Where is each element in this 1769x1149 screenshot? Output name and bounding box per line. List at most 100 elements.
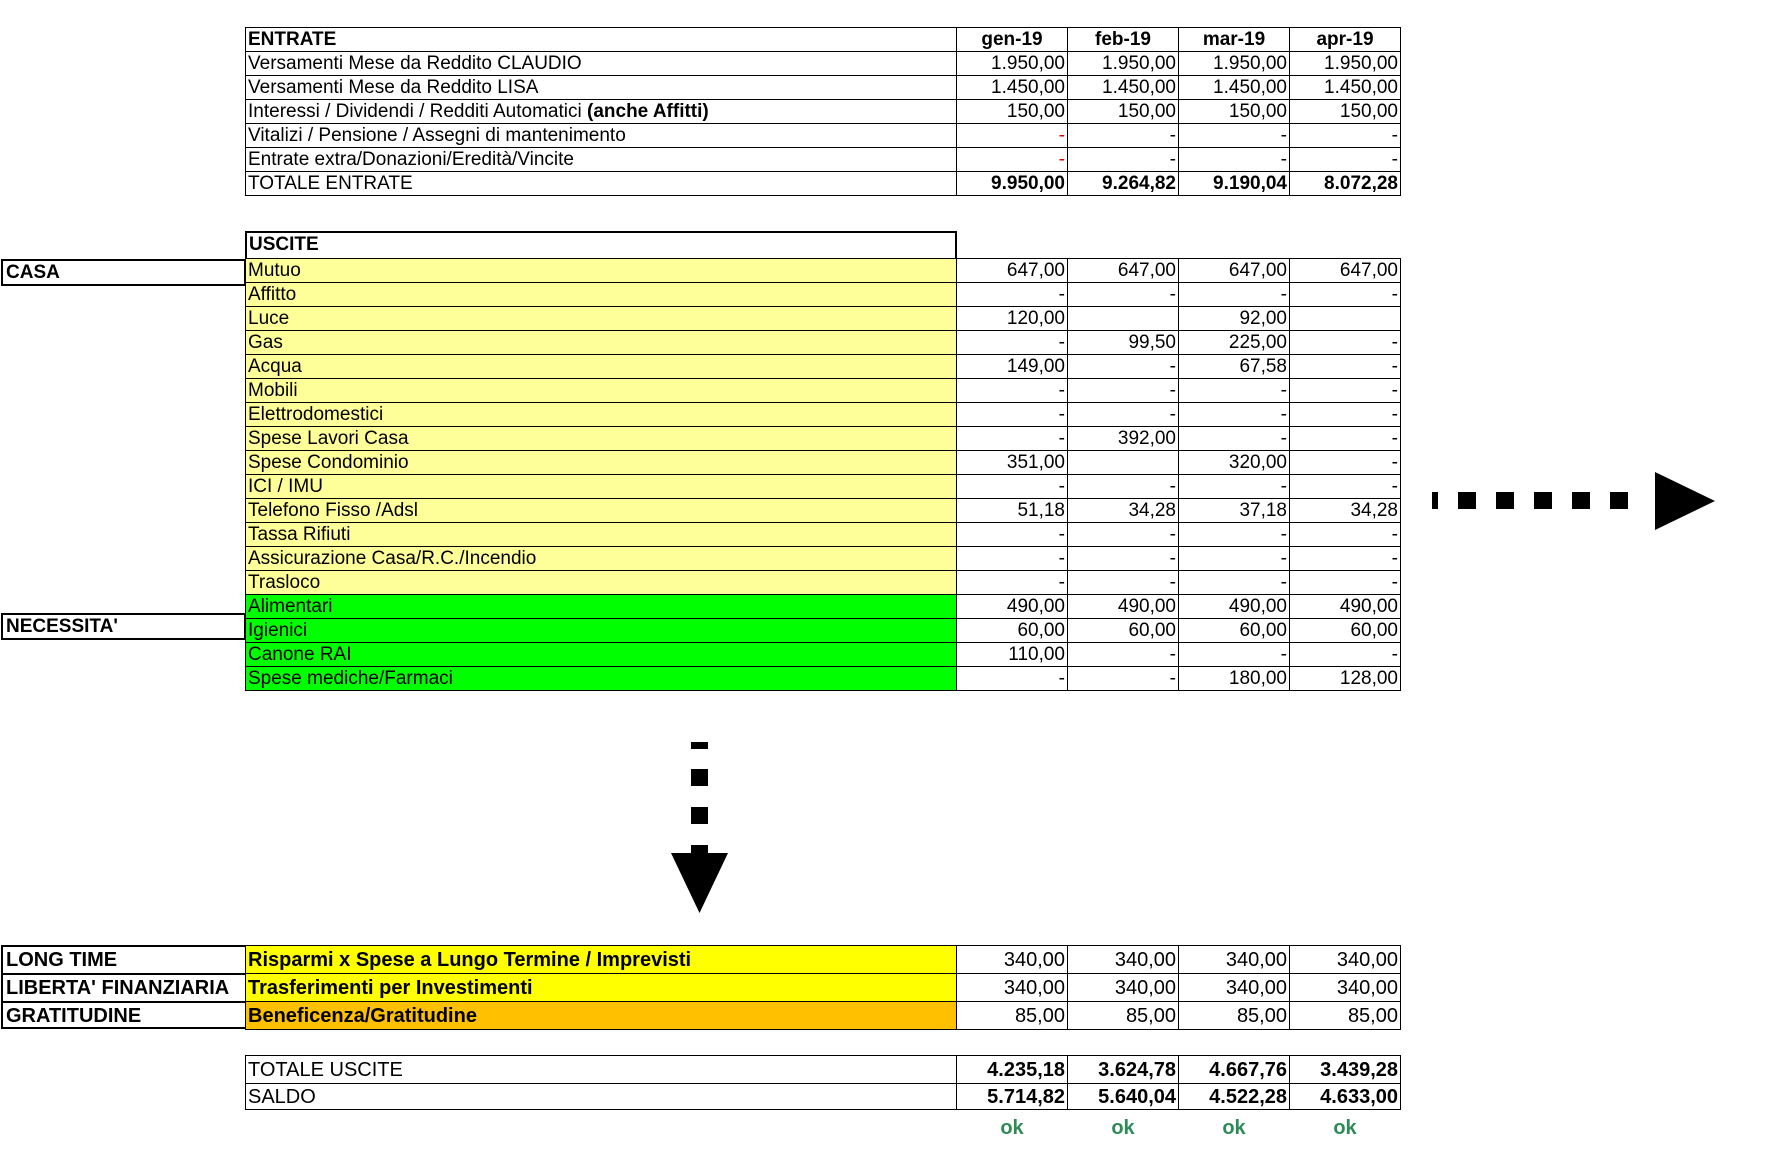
category-necessita[interactable]: NECESSITA' [1,613,246,640]
saldo-value[interactable]: 4.633,00 [1289,1083,1401,1110]
cell-value[interactable]: 34,28 [1067,498,1179,523]
cell-value[interactable]: - [1289,642,1401,667]
cell-value[interactable]: 340,00 [1067,945,1179,974]
saldo-value[interactable]: 5.640,04 [1067,1083,1179,1110]
cell-value[interactable]: 340,00 [1289,973,1401,1002]
cell-value[interactable]: 490,00 [956,594,1068,619]
cell-value[interactable]: 60,00 [1067,618,1179,643]
entrate-title[interactable]: ENTRATE [245,27,957,52]
row-label[interactable]: Luce [245,306,957,331]
cell-value[interactable]: 110,00 [956,642,1068,667]
category-gratitudine[interactable]: GRATITUDINE [1,1001,246,1029]
cell-value[interactable]: 1.950,00 [1289,51,1401,76]
cell-value[interactable]: 92,00 [1178,306,1290,331]
row-label[interactable]: Mutuo [245,258,957,283]
cell-value[interactable]: - [1289,450,1401,475]
row-label[interactable]: Igienici [245,618,957,643]
row-label[interactable]: Affitto [245,282,957,307]
category-casa[interactable]: CASA [1,259,246,286]
cell-value[interactable]: 99,50 [1067,330,1179,355]
row-label[interactable]: Risparmi x Spese a Lungo Termine / Impre… [245,945,957,974]
row-label[interactable]: Canone RAI [245,642,957,667]
cell-value[interactable]: - [956,666,1068,691]
row-label[interactable]: Vitalizi / Pensione / Assegni di manteni… [245,123,957,148]
cell-value[interactable]: - [1289,570,1401,595]
cell-value[interactable]: 647,00 [956,258,1068,283]
cell-value[interactable]: 150,00 [1178,99,1290,124]
row-label[interactable]: ICI / IMU [245,474,957,499]
row-label[interactable]: Mobili [245,378,957,403]
month-header[interactable]: feb-19 [1067,27,1179,52]
cell-value[interactable] [1067,450,1179,475]
total-value[interactable]: 3.439,28 [1289,1055,1401,1084]
cell-value[interactable]: 60,00 [1178,618,1290,643]
row-label[interactable]: Tassa Rifiuti [245,522,957,547]
cell-value[interactable]: 1.450,00 [1289,75,1401,100]
cell-value[interactable]: - [1067,666,1179,691]
cell-value[interactable]: - [1067,354,1179,379]
cell-value[interactable]: - [1289,474,1401,499]
cell-value[interactable]: - [1289,402,1401,427]
cell-value[interactable]: - [956,282,1068,307]
cell-value[interactable]: - [1067,474,1179,499]
cell-value[interactable]: - [956,378,1068,403]
cell-value[interactable]: - [1178,570,1290,595]
cell-value[interactable]: 320,00 [1178,450,1290,475]
cell-value[interactable]: - [1289,546,1401,571]
total-value[interactable]: 3.624,78 [1067,1055,1179,1084]
cell-value[interactable]: 490,00 [1178,594,1290,619]
cell-value[interactable]: - [1178,426,1290,451]
cell-value[interactable]: 1.450,00 [1178,75,1290,100]
cell-value[interactable]: - [1178,123,1290,148]
cell-value[interactable]: 67,58 [1178,354,1290,379]
month-header[interactable]: apr-19 [1289,27,1401,52]
cell-value[interactable]: - [1067,642,1179,667]
cell-value[interactable]: 490,00 [1289,594,1401,619]
cell-value[interactable]: 340,00 [956,945,1068,974]
cell-value[interactable]: 340,00 [956,973,1068,1002]
cell-value[interactable]: 180,00 [1178,666,1290,691]
cell-value[interactable]: - [1178,282,1290,307]
cell-value[interactable]: - [956,570,1068,595]
cell-value[interactable]: 120,00 [956,306,1068,331]
totale-uscite-label[interactable]: TOTALE USCITE [245,1055,957,1084]
row-label[interactable]: Assicurazione Casa/R.C./Incendio [245,546,957,571]
cell-value[interactable]: - [956,402,1068,427]
cell-value[interactable]: - [1178,522,1290,547]
row-label[interactable]: Beneficenza/Gratitudine [245,1001,957,1030]
cell-value[interactable]: 647,00 [1067,258,1179,283]
cell-value[interactable]: 85,00 [1289,1001,1401,1030]
row-label[interactable]: Trasferimenti per Investimenti [245,973,957,1002]
cell-value[interactable]: 85,00 [956,1001,1068,1030]
row-label[interactable]: Entrate extra/Donazioni/Eredità/Vincite [245,147,957,172]
cell-value[interactable] [1289,306,1401,331]
cell-value[interactable]: 60,00 [1289,618,1401,643]
cell-value[interactable]: 149,00 [956,354,1068,379]
cell-value[interactable]: - [1067,282,1179,307]
cell-value[interactable]: - [1067,546,1179,571]
cell-value[interactable]: 37,18 [1178,498,1290,523]
row-label[interactable]: Elettrodomestici [245,402,957,427]
uscite-title[interactable]: USCITE [245,231,957,258]
cell-value[interactable]: 128,00 [1289,666,1401,691]
total-value[interactable]: 8.072,28 [1289,171,1401,196]
cell-value[interactable]: 340,00 [1289,945,1401,974]
cell-value[interactable]: 1.450,00 [956,75,1068,100]
cell-value[interactable]: 150,00 [1067,99,1179,124]
total-value[interactable]: 4.235,18 [956,1055,1068,1084]
cell-value[interactable]: 85,00 [1067,1001,1179,1030]
row-label[interactable]: Interessi / Dividendi / Redditi Automati… [245,99,957,124]
total-value[interactable]: 9.190,04 [1178,171,1290,196]
cell-value[interactable] [1067,306,1179,331]
row-label[interactable]: Trasloco [245,570,957,595]
cell-value[interactable]: 51,18 [956,498,1068,523]
cell-value[interactable]: - [1289,426,1401,451]
cell-value[interactable]: - [1178,378,1290,403]
row-label[interactable]: Versamenti Mese da Reddito LISA [245,75,957,100]
cell-value[interactable]: 647,00 [1289,258,1401,283]
cell-value[interactable]: 1.950,00 [956,51,1068,76]
cell-value[interactable]: 85,00 [1178,1001,1290,1030]
total-value[interactable]: 9.264,82 [1067,171,1179,196]
saldo-value[interactable]: 5.714,82 [956,1083,1068,1110]
cell-value[interactable]: - [1289,123,1401,148]
